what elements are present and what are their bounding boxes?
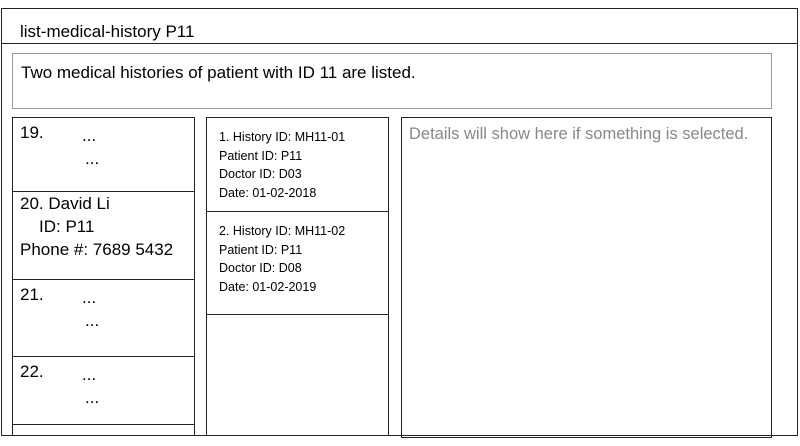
patient-placeholder-line: ... (85, 388, 100, 407)
history-patient-id: Patient ID: P11 (219, 242, 303, 257)
history-doctor-id: Doctor ID: D08 (219, 261, 302, 275)
patient-number: 22. (20, 362, 44, 381)
patient-placeholder-line: ... (82, 288, 97, 307)
history-doctor-id: Doctor ID: D03 (219, 167, 302, 181)
patient-list-item[interactable]: 22. ... ... (13, 357, 194, 425)
patient-list: 19. ... ... 20. David Li ID: P11 Phone #… (12, 117, 195, 436)
description-text: Two medical histories of patient with ID… (21, 63, 416, 82)
patient-placeholder-line: ... (85, 149, 100, 168)
history-date: Date: 01-02-2018 (219, 185, 317, 200)
history-patient-id: Patient ID: P11 (219, 148, 303, 163)
patient-list-item[interactable]: 19. ... ... (13, 118, 194, 192)
details-placeholder: Details will show here if something is s… (409, 125, 749, 143)
patient-name: 20. David Li (20, 194, 110, 213)
patient-list-item-selected[interactable]: 20. David Li ID: P11 Phone #: 7689 5432 (13, 192, 194, 280)
patient-placeholder-line: ... (82, 365, 97, 384)
description-box: Two medical histories of patient with ID… (12, 53, 772, 109)
patient-placeholder-line: ... (82, 126, 97, 145)
title-bar: list-medical-history P11 (1, 8, 798, 44)
patient-phone: Phone #: 7689 5432 (20, 240, 174, 259)
history-list-item[interactable]: 1. History ID: MH11-01 Patient ID: P11 D… (207, 118, 388, 212)
details-panel: Details will show here if something is s… (401, 117, 772, 438)
patient-number: 21. (20, 285, 44, 304)
patient-id: ID: P11 (39, 217, 95, 236)
history-list-item[interactable]: 2. History ID: MH11-02 Patient ID: P11 D… (207, 212, 388, 315)
history-id: 1. History ID: MH11-01 (219, 130, 346, 144)
history-date: Date: 01-02-2019 (219, 279, 317, 294)
history-list: 1. History ID: MH11-01 Patient ID: P11 D… (206, 117, 389, 436)
patient-list-item[interactable]: 21. ... ... (13, 280, 194, 357)
page-title: list-medical-history P11 (20, 22, 195, 41)
patient-number: 19. (20, 123, 44, 142)
patient-placeholder-line: ... (85, 311, 100, 330)
history-id: 2. History ID: MH11-02 (219, 224, 346, 238)
